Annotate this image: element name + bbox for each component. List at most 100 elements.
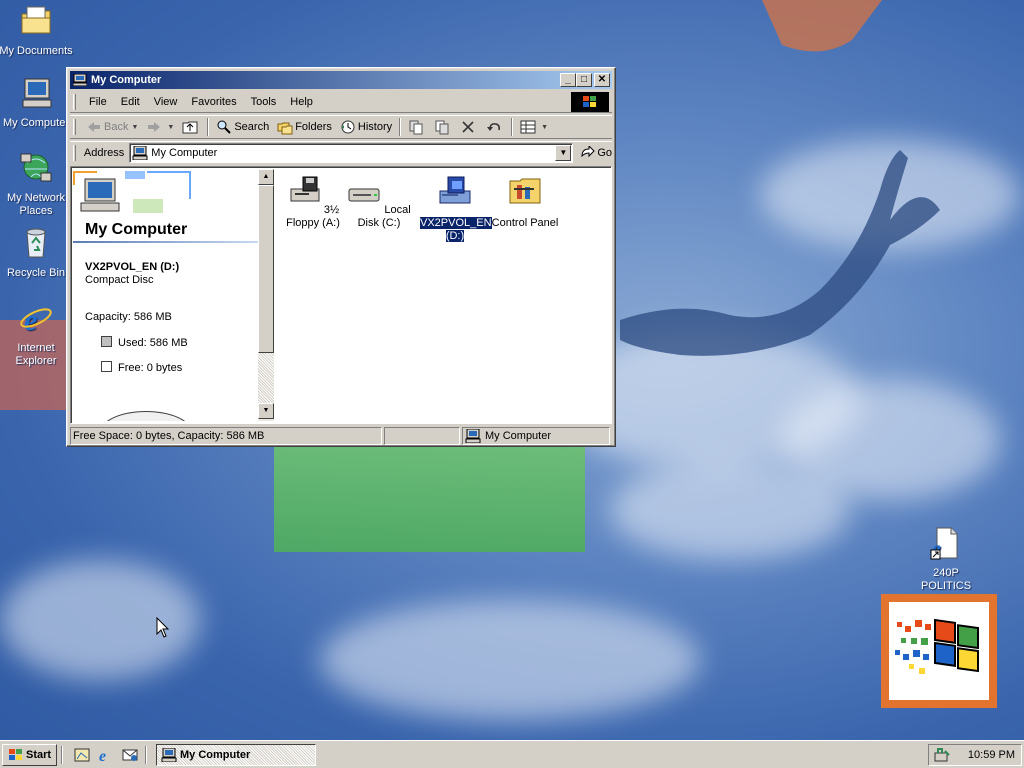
pane-scrollbar[interactable]: ▲ ▼ (258, 169, 274, 421)
search-label: Search (234, 121, 270, 133)
outlook-express-icon[interactable] (121, 746, 139, 764)
desktop-icon-network-places[interactable]: My Network Places (0, 151, 74, 218)
clock[interactable]: 10:59 PM (968, 749, 1015, 761)
toolbar-grip[interactable] (73, 93, 76, 110)
taskbar-separator (145, 745, 147, 764)
minimize-button[interactable]: _ (560, 73, 576, 87)
menu-tools[interactable]: Tools (244, 94, 284, 110)
window-title: My Computer (91, 74, 162, 86)
chevron-down-icon[interactable]: ▼ (541, 124, 548, 131)
status-info-text: Free Space: 0 bytes, Capacity: 586 MB (73, 430, 265, 442)
desktop-icon-internet-explorer[interactable]: e Internet Explorer (0, 301, 74, 368)
file-label: Control Panel (491, 217, 559, 229)
start-button[interactable]: Start (2, 743, 57, 766)
internet-explorer-icon[interactable]: e (97, 746, 115, 764)
scroll-up-button[interactable]: ▲ (258, 169, 274, 185)
toolbar-separator (207, 118, 210, 136)
scroll-thumb[interactable] (258, 185, 274, 353)
pane-title: My Computer (85, 221, 188, 238)
close-button[interactable]: ✕ (594, 73, 610, 87)
taskbar: Start e My Computer 10:59 PM (0, 740, 1024, 768)
go-label: Go (597, 146, 612, 159)
maximize-button[interactable]: □ (576, 73, 592, 87)
file-item-local-disk[interactable]: Local Disk (C:) (344, 175, 414, 230)
menu-view[interactable]: View (147, 94, 185, 110)
toolbar-separator (399, 118, 402, 136)
hardware-icon[interactable] (933, 747, 951, 763)
undo-button[interactable] (482, 116, 508, 138)
mouse-cursor-icon (156, 617, 170, 638)
menu-edit[interactable]: Edit (114, 94, 147, 110)
copy-to-button[interactable] (430, 116, 456, 138)
desktop-icon-label: My Network Places (6, 192, 66, 217)
my-documents-icon (21, 6, 51, 34)
back-button[interactable]: Back ▼ (82, 116, 142, 138)
move-to-button[interactable] (404, 116, 430, 138)
history-label: History (357, 121, 393, 133)
forward-button[interactable]: ▼ (142, 116, 178, 138)
item-type: Compact Disc (85, 274, 154, 286)
status-empty-panel (384, 427, 460, 445)
file-item-cd-drive[interactable]: VX2PVOL_EN (D:) (419, 175, 493, 243)
file-item-control-panel[interactable]: Control Panel (490, 175, 560, 230)
windows-logo-badge (881, 594, 997, 708)
free-swatch (101, 361, 112, 372)
start-label: Start (26, 748, 52, 761)
my-computer-icon (132, 145, 148, 160)
address-dropdown-button[interactable]: ▼ (555, 144, 572, 161)
folders-icon (277, 122, 293, 135)
my-computer-window[interactable]: My Computer _ □ ✕ File Edit View Favorit… (66, 67, 616, 447)
scroll-down-button[interactable]: ▼ (258, 403, 274, 419)
used-text: Used: 586 MB (118, 337, 188, 349)
background-cloud (320, 600, 700, 720)
search-button[interactable]: Search (212, 116, 273, 138)
menu-help[interactable]: Help (283, 94, 320, 110)
address-input[interactable]: My Computer ▼ (129, 142, 574, 163)
windows-flag-icon (889, 602, 989, 700)
status-zone-text: My Computer (485, 430, 552, 442)
chevron-down-icon[interactable]: ▼ (167, 124, 174, 131)
file-item-floppy[interactable]: 3½ Floppy (A:) (278, 175, 348, 230)
hard-disk-icon (348, 188, 380, 202)
my-computer-icon (73, 74, 87, 86)
go-button[interactable]: Go (579, 145, 612, 160)
orange-wallpaper-art (762, 0, 882, 60)
views-button[interactable]: ▼ (516, 116, 552, 138)
scroll-track[interactable] (258, 353, 274, 403)
history-button[interactable]: History (336, 116, 396, 138)
desktop-icon-my-documents[interactable]: My Documents (0, 4, 74, 58)
menu-favorites[interactable]: Favorites (184, 94, 243, 110)
up-folder-button[interactable] (178, 116, 204, 138)
toolbar-grip[interactable] (73, 119, 76, 135)
internet-explorer-icon: e (20, 304, 52, 337)
details-pane: My Computer VX2PVOL_EN (D:) Compact Disc… (73, 169, 258, 421)
menu-file[interactable]: File (82, 94, 114, 110)
title-bar[interactable]: My Computer _ □ ✕ (70, 71, 612, 89)
system-tray: 10:59 PM (928, 744, 1022, 766)
show-desktop-icon[interactable] (73, 746, 91, 764)
history-icon (341, 120, 355, 134)
forward-arrow-icon (148, 122, 161, 132)
folders-button[interactable]: Folders (273, 116, 336, 138)
delete-button[interactable] (456, 116, 482, 138)
status-zone: My Computer (462, 427, 610, 445)
item-name: VX2PVOL_EN (D:) (85, 261, 180, 273)
go-arrow-icon (581, 145, 596, 157)
taskbar-separator (61, 745, 63, 764)
my-computer-icon (161, 747, 177, 762)
pane-divider (73, 241, 258, 243)
desktop-icon-recycle-bin[interactable]: Recycle Bin (0, 226, 74, 280)
up-folder-icon (182, 121, 198, 134)
chevron-down-icon[interactable]: ▼ (131, 124, 138, 131)
file-label: 3½ Floppy (A:) (286, 204, 340, 229)
address-bar: Address My Computer ▼ Go (70, 141, 612, 163)
address-label: Address (83, 146, 125, 159)
desktop-icon-label: Recycle Bin (6, 267, 66, 279)
desktop-icon-label: Internet Explorer (15, 342, 57, 367)
search-icon (217, 120, 232, 134)
desktop-icon-label: My Documents (0, 45, 73, 57)
desktop-icon-240p-politics[interactable]: e 240P POLITICS (908, 526, 984, 593)
menu-bar: File Edit View Favorites Tools Help (70, 91, 612, 113)
taskbar-button-my-computer[interactable]: My Computer (156, 743, 316, 766)
desktop-icon-my-computer[interactable]: My Computer (0, 76, 74, 130)
